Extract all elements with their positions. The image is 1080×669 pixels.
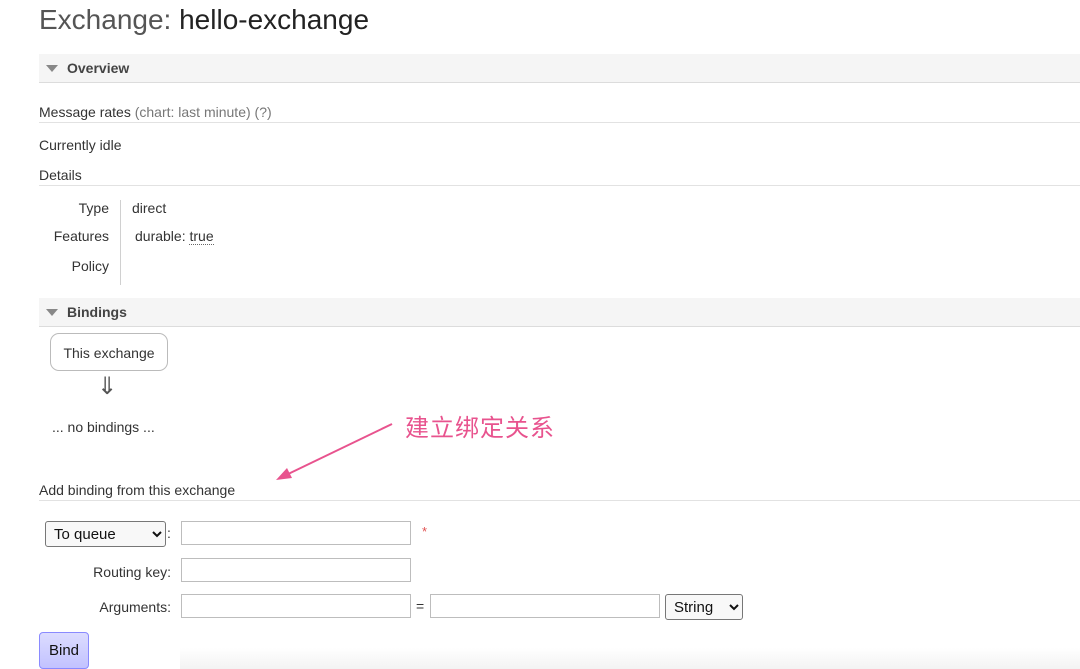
- collapse-triangle-icon: [46, 65, 58, 72]
- chart-range-link[interactable]: (chart: last minute): [135, 104, 251, 120]
- annotation-arrow-icon: [276, 423, 393, 480]
- policy-label: Policy: [71, 258, 109, 274]
- bindings-header-label: Bindings: [67, 304, 127, 320]
- argument-value-input[interactable]: [430, 594, 660, 618]
- details-heading: Details: [39, 167, 82, 183]
- equals-sign: =: [416, 598, 425, 614]
- down-arrow-icon: ⇓: [97, 372, 118, 400]
- argument-type-select[interactable]: String: [665, 594, 743, 620]
- bindings-section-header[interactable]: Bindings: [39, 298, 1080, 327]
- collapse-triangle-icon: [46, 309, 58, 316]
- no-bindings-text: ... no bindings ...: [52, 419, 155, 435]
- bind-button[interactable]: Bind: [39, 632, 89, 669]
- annotation-text: 建立绑定关系: [405, 415, 555, 442]
- divider: [39, 185, 1080, 186]
- features-label: Features: [53, 228, 109, 244]
- page-title: Exchange: hello-exchange: [39, 4, 369, 36]
- required-marker: *: [422, 524, 428, 539]
- help-link[interactable]: (?): [255, 104, 272, 120]
- durable-key: durable:: [135, 228, 186, 244]
- overview-section-header[interactable]: Overview: [39, 54, 1080, 83]
- status-text: Currently idle: [39, 137, 122, 153]
- destination-type-select[interactable]: To queue: [45, 521, 166, 547]
- add-binding-heading: Add binding from this exchange: [39, 482, 236, 498]
- page-title-prefix: Exchange:: [39, 4, 172, 35]
- message-rates-line: Message rates (chart: last minute) (?): [39, 104, 272, 120]
- this-exchange-node: This exchange: [50, 333, 168, 371]
- destination-input[interactable]: [181, 521, 411, 545]
- overview-header-label: Overview: [67, 60, 130, 76]
- divider: [39, 500, 1080, 501]
- argument-key-input[interactable]: [181, 594, 411, 618]
- durable-value: true: [189, 228, 214, 245]
- divider: [39, 122, 1080, 123]
- colon: :: [167, 525, 171, 541]
- exchange-name: hello-exchange: [179, 4, 370, 35]
- routing-key-input[interactable]: [181, 558, 411, 582]
- message-rates-label: Message rates: [39, 104, 131, 120]
- arguments-label: Arguments:: [99, 599, 171, 615]
- features-value: durable: true: [135, 228, 214, 245]
- bottom-shadow: [180, 648, 1080, 669]
- type-value: direct: [132, 200, 167, 216]
- type-label: Type: [78, 200, 109, 216]
- details-separator: [120, 200, 121, 285]
- routing-key-label: Routing key:: [93, 564, 171, 580]
